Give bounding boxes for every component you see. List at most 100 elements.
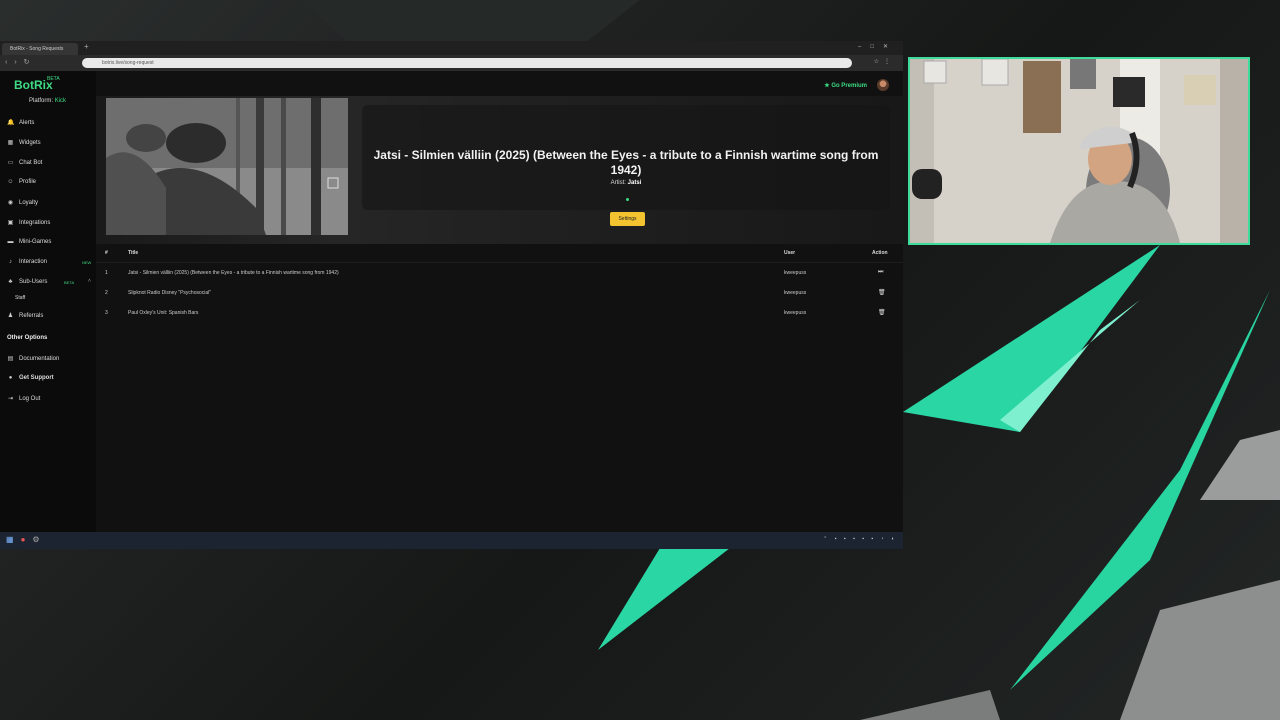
doc-icon: ▤ xyxy=(7,356,14,362)
row-user: kweepuss xyxy=(784,270,807,276)
window-controls[interactable]: –□✕ xyxy=(858,43,897,50)
artist-name: Jatsi xyxy=(627,180,642,186)
webcam-overlay xyxy=(908,57,1250,245)
browser-app-icon[interactable]: ● xyxy=(21,535,26,544)
sidebar-item-referrals[interactable]: ♟ Referrals xyxy=(7,312,44,320)
sidebar-item-label: Mini-Games xyxy=(19,239,52,245)
sidebar-item-label: Loyalty xyxy=(19,199,39,206)
sidebar-item-documentation[interactable]: ▤ Documentation xyxy=(7,355,60,363)
browser-window: BotRix - Song Requests + –□✕ ‹›↻ botrix.… xyxy=(0,41,903,549)
sidebar-item-label: Staff xyxy=(15,295,26,301)
settings-app-icon[interactable]: ⚙ xyxy=(32,535,39,544)
users-icon: ♣ xyxy=(8,279,13,285)
bell-icon: 🔔 xyxy=(7,120,15,126)
sidebar-item-widgets[interactable]: ▦ Widgets xyxy=(7,139,41,147)
sidebar-item-label: Widgets xyxy=(19,139,41,146)
beta-label: BETA xyxy=(47,76,60,82)
sidebar-item-interaction[interactable]: ♪ Interaction xyxy=(7,259,47,265)
other-options-heading: Other Options xyxy=(7,335,48,341)
sidebar: BotRix BETA Platform: Kick 🔔 Alerts ▦ Widg… xyxy=(0,71,96,533)
extension-icons[interactable]: ☆⋮ xyxy=(874,58,895,65)
address-bar: ‹›↻ botrix.live/song-request ☆⋮ xyxy=(0,55,903,71)
status-dot xyxy=(626,198,629,201)
row-user: kweepuss xyxy=(784,290,807,296)
logout-icon: ⇥ xyxy=(7,396,14,402)
settings-button[interactable]: Settings xyxy=(610,212,645,226)
sidebar-item-label: Integrations xyxy=(19,219,51,226)
url-input[interactable]: botrix.live/song-request xyxy=(82,58,852,68)
beta-badge: BETA xyxy=(64,280,75,285)
sidebar-item-label: Log Out xyxy=(19,395,41,402)
taskbar-apps: ▦ ● ⚙ xyxy=(6,535,40,544)
tab-bar: BotRix - Song Requests + –□✕ xyxy=(0,41,903,55)
col-title: Title xyxy=(128,250,139,256)
song-title: Jatsi - Silmien välliin (2025) (Between … xyxy=(373,148,879,177)
sidebar-item-label: Documentation xyxy=(19,355,60,362)
sidebar-item-label: Profile xyxy=(19,179,37,185)
chat-icon: ▭ xyxy=(7,160,14,166)
row-num: 1 xyxy=(105,270,108,276)
sidebar-item-staff[interactable]: Staff xyxy=(15,295,25,301)
referral-icon: ♟ xyxy=(7,313,14,319)
sidebar-item-get-support[interactable]: ● Get Support xyxy=(7,375,54,381)
new-tab-icon[interactable]: + xyxy=(84,42,89,51)
new-badge: NEW xyxy=(82,260,92,265)
sidebar-item-integrations[interactable]: ▣ Integrations xyxy=(7,219,51,227)
sidebar-item-loyalty[interactable]: ◉ Loyalty xyxy=(7,199,39,207)
now-playing-banner: Jatsi - Silmien välliin (2025) (Between … xyxy=(96,96,903,244)
gamepad-icon: ▬ xyxy=(7,239,14,245)
now-playing-card: Jatsi - Silmien välliin (2025) (Between … xyxy=(362,105,890,210)
nav-buttons[interactable]: ‹›↻ xyxy=(5,58,37,66)
sidebar-item-sub-users[interactable]: ♣ Sub-Users xyxy=(7,279,48,285)
sidebar-item-label: Interaction xyxy=(19,259,48,265)
avatar[interactable] xyxy=(877,79,889,91)
artist-line: Artist: Jatsi xyxy=(362,180,890,186)
sidebar-item-label: Referrals xyxy=(19,312,44,319)
browser-tab[interactable]: BotRix - Song Requests xyxy=(2,43,78,55)
sidebar-item-profile[interactable]: ☺ Profile xyxy=(7,179,36,185)
support-icon: ● xyxy=(8,375,13,381)
sidebar-item-label: Chat Bot xyxy=(19,159,43,166)
row-user: kweepuss xyxy=(784,310,807,316)
table-header: # Title User Action xyxy=(96,244,903,263)
table-row: 2 Slipknot Radio Disney "Psychosocial" k… xyxy=(96,283,903,303)
platform-label: Platform: xyxy=(29,98,54,104)
col-action: Action xyxy=(872,250,888,256)
row-num: 2 xyxy=(105,290,108,296)
main-content: ★ Go Premium Jatsi - Silmien välliin (20… xyxy=(96,71,903,533)
trash-icon[interactable]: 🗑 xyxy=(878,289,886,296)
go-premium-button[interactable]: ★ Go Premium xyxy=(824,82,867,89)
platform-indicator: Platform: Kick xyxy=(29,98,66,104)
sidebar-item-chat-bot[interactable]: ▭ Chat Bot xyxy=(7,159,43,167)
sidebar-item-log-out[interactable]: ⇥ Log Out xyxy=(7,395,41,403)
skip-icon[interactable]: ⏭ xyxy=(878,269,883,276)
taskbar: ▦ ● ⚙ ⌃ ▪ ▪ ▪ ▪ ▪ ◔ ◖ xyxy=(0,532,903,549)
video-thumbnail[interactable] xyxy=(106,98,348,235)
sidebar-item-label: Alerts xyxy=(19,119,35,126)
user-icon: ☺ xyxy=(7,179,14,185)
row-num: 3 xyxy=(105,310,108,316)
sidebar-item-label: Get Support xyxy=(19,375,54,381)
platform-value: Kick xyxy=(54,98,67,104)
table-row: 1 Jatsi - Silmien välliin (2025) (Betwee… xyxy=(96,263,903,283)
premium-label: Go Premium xyxy=(831,82,867,89)
windows-start-icon[interactable]: ▦ xyxy=(6,535,14,544)
coin-icon: ◉ xyxy=(7,200,14,206)
sidebar-item-alerts[interactable]: 🔔 Alerts xyxy=(7,119,35,127)
row-title: Jatsi - Silmien välliin (2025) (Between … xyxy=(128,270,339,276)
botrix-page: BotRix BETA Platform: Kick 🔔 Alerts ▦ Widg… xyxy=(0,71,903,533)
top-bar: ★ Go Premium xyxy=(824,79,889,91)
chevron-up-icon[interactable]: ˄ xyxy=(88,278,91,284)
plug-icon: ▣ xyxy=(7,220,14,226)
sidebar-item-label: Sub-Users xyxy=(19,279,48,285)
music-icon: ♪ xyxy=(9,259,12,265)
trash-icon[interactable]: 🗑 xyxy=(878,309,886,316)
song-queue-table: # Title User Action 1 Jatsi - Silmien vä… xyxy=(96,244,903,323)
col-user: User xyxy=(784,250,796,256)
artist-label: Artist: xyxy=(610,180,626,186)
row-title: Paul Oxley's Unit: Spanish Bars xyxy=(128,310,199,316)
table-row: 3 Paul Oxley's Unit: Spanish Bars kweepu… xyxy=(96,303,903,323)
widget-icon: ▦ xyxy=(7,140,14,146)
system-tray[interactable]: ⌃ ▪ ▪ ▪ ▪ ▪ ◔ ◖ xyxy=(823,536,897,542)
sidebar-item-mini-games[interactable]: ▬ Mini-Games xyxy=(7,239,52,245)
